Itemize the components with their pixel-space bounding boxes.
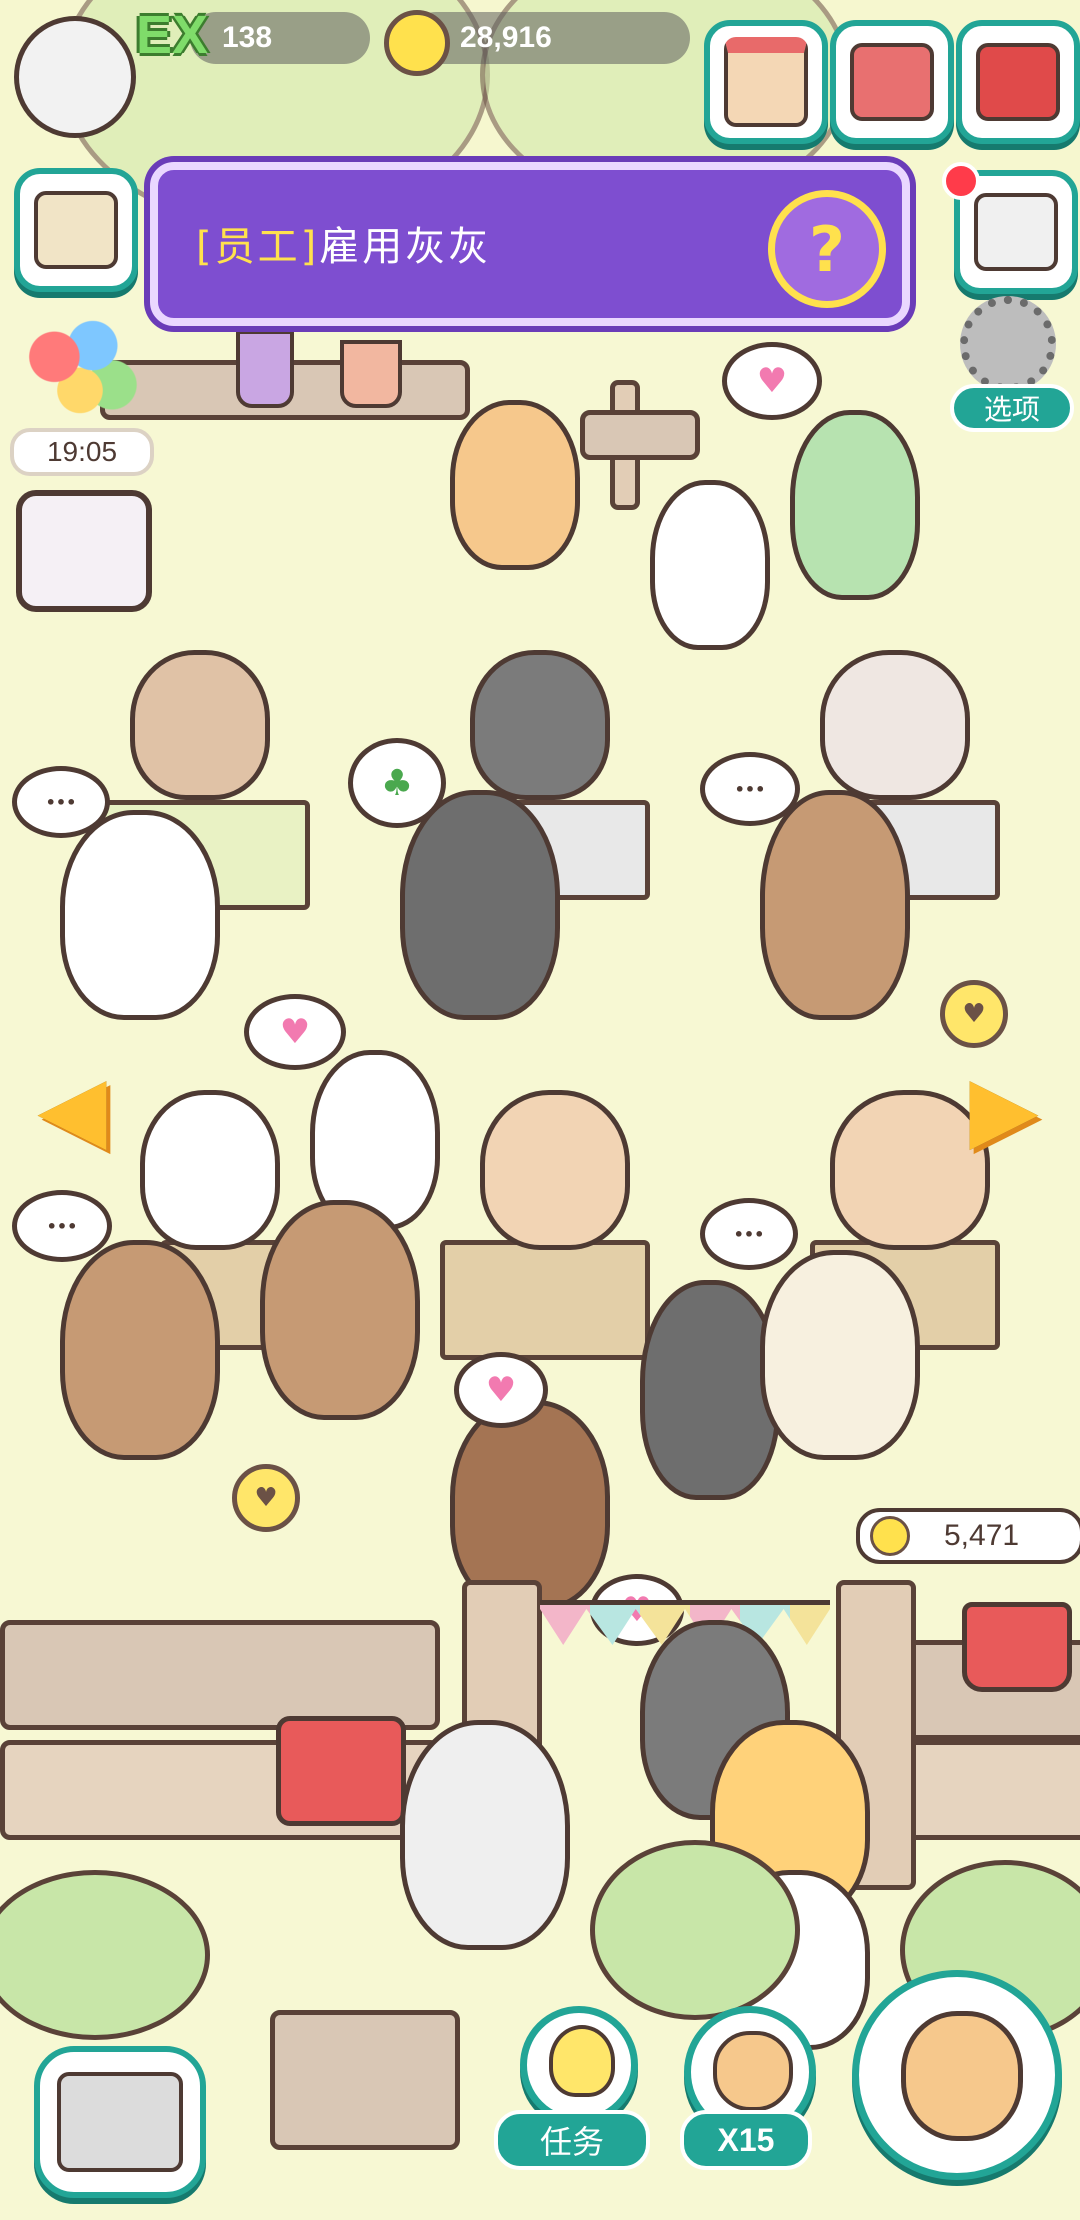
coin-icon — [870, 1516, 910, 1556]
duck-with-flower-crown — [650, 480, 770, 650]
bush — [590, 1840, 800, 2020]
heart-bubble: ♥ — [244, 994, 346, 1070]
heart-bubble: ♥ — [722, 342, 822, 420]
exp-bar: 138 — [190, 12, 370, 64]
coins-bar: 28,916 — [410, 12, 690, 64]
heart-bubble: ♥ — [454, 1352, 548, 1428]
notification-dot — [942, 162, 980, 200]
ellipsis-bubble: ••• — [12, 1190, 112, 1262]
player-avatar[interactable] — [14, 16, 136, 138]
album-button[interactable] — [830, 20, 954, 144]
cat-megaphone-icon — [713, 2031, 793, 2111]
dog-with-rose — [640, 1280, 780, 1500]
settings-gear-icon[interactable] — [960, 296, 1056, 392]
plant-pot-icon — [340, 340, 402, 408]
horse-with-crown — [260, 1200, 420, 1420]
coin-drop-icon[interactable]: ♥ — [232, 1464, 300, 1532]
mailbox-post — [276, 1716, 406, 1826]
game-scene: ♥ ••• ♣ ••• ♥ ••• ••• ♥ ♥ ♥ ♥ — [0, 0, 1080, 2220]
map-icon — [34, 191, 118, 269]
mailbox-icon — [976, 43, 1060, 121]
crate-icon — [57, 2072, 183, 2172]
lightbulb-icon — [549, 2025, 615, 2097]
siamese-cat-customer — [130, 650, 270, 800]
white-cat-staff — [400, 1720, 570, 1950]
inventory-box-button[interactable] — [34, 2046, 206, 2198]
fence-top — [0, 1620, 440, 1730]
pigeon-customer — [60, 810, 220, 1020]
shop-button[interactable] — [704, 20, 828, 144]
signboard — [580, 410, 700, 460]
gray-cat-customer — [470, 650, 610, 800]
calico-cat-customer — [140, 1090, 280, 1250]
deer-customer — [760, 790, 910, 1020]
coins-value: 28,916 — [460, 21, 552, 54]
tasks-button[interactable] — [520, 2006, 638, 2124]
exp-value: 138 — [222, 21, 273, 54]
settings-label[interactable]: 选项 — [950, 384, 1074, 432]
ellipsis-bubble: ••• — [700, 1198, 798, 1270]
tabby-cat-staff — [450, 400, 580, 570]
turtle-staff — [790, 410, 920, 600]
flower-pot-icon — [236, 330, 294, 408]
event-timer: 19:05 — [10, 428, 154, 476]
storage-box-icon — [974, 193, 1058, 271]
sheep-customer — [760, 1250, 920, 1460]
clover-bubble: ♣ — [348, 738, 446, 828]
map-button[interactable] — [14, 168, 138, 292]
ellipsis-bubble: ••• — [700, 752, 800, 826]
banner-text: [员工]雇用灰灰 — [196, 214, 491, 272]
cream-cat-customer — [480, 1090, 630, 1250]
banner-tag: [员工] — [196, 224, 320, 270]
collect-amount: 5,471 — [944, 1519, 1020, 1552]
promote-button[interactable] — [852, 1970, 1062, 2180]
balloon-event-icon[interactable] — [16, 312, 144, 424]
coin-icon — [384, 10, 450, 76]
tasks-label[interactable]: 任务 — [494, 2110, 650, 2170]
arrow-left-icon[interactable]: ◀ — [34, 1064, 110, 1154]
exp-badge: EX — [136, 5, 209, 65]
wooden-sign — [270, 2010, 460, 2150]
album-icon — [850, 43, 934, 121]
help-button[interactable]: ? — [768, 190, 886, 308]
mailbox-button[interactable] — [956, 20, 1080, 144]
siamese-cat-customer — [820, 650, 970, 800]
coin-collect-tag[interactable]: 5,471 — [856, 1508, 1080, 1564]
table — [440, 1240, 650, 1360]
task-banner[interactable]: [员工]雇用灰灰 ? — [150, 162, 910, 326]
coin-drop-icon[interactable]: ♥ — [940, 980, 1008, 1048]
cat-portrait-button[interactable] — [16, 490, 152, 612]
shop-icon — [724, 37, 808, 127]
ellipsis-bubble: ••• — [12, 766, 110, 838]
horse-customer — [60, 1240, 220, 1460]
multiplier-label[interactable]: X15 — [680, 2110, 812, 2170]
arrow-right-icon[interactable]: ▶ — [966, 1064, 1042, 1154]
cat-megaphone-icon — [901, 2011, 1023, 2141]
boar-customer — [450, 1400, 610, 1610]
badger-staff — [400, 790, 560, 1020]
banner-message: 雇用灰灰 — [319, 224, 492, 270]
fence-bottom — [900, 1740, 1080, 1840]
coin-pot-icon[interactable] — [962, 1602, 1072, 1692]
